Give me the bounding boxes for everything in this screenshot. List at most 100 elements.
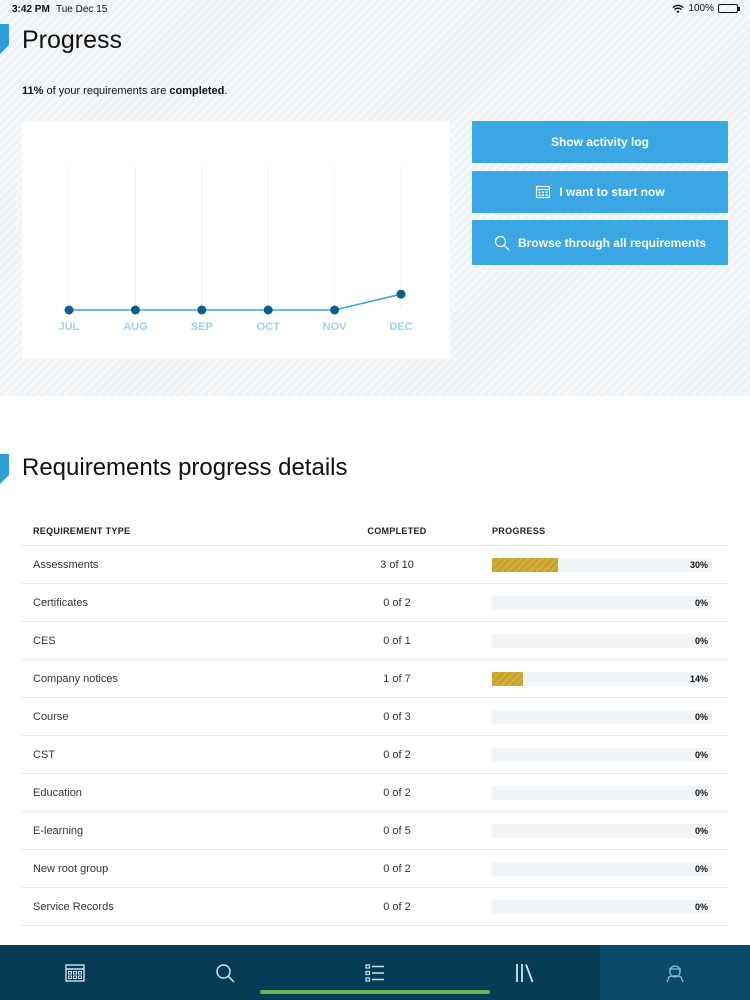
- progress-percent-label: 0%: [694, 749, 708, 760]
- profile-icon: [666, 964, 684, 982]
- battery-percent: 100%: [688, 3, 714, 14]
- requirement-type-cell: Assessments: [33, 558, 99, 571]
- completed-cell: 0 of 5: [383, 824, 411, 837]
- progress-bar-fill: [492, 671, 523, 686]
- battery-icon: [718, 4, 740, 13]
- data-point[interactable]: [263, 305, 273, 315]
- show-activity-log-label: Show activity log: [550, 135, 649, 149]
- status-bar: 3:42 PM Tue Dec 15 100%: [0, 0, 750, 18]
- completed-cell: 3 of 10: [380, 558, 414, 571]
- tab-calendar[interactable]: [0, 945, 150, 1000]
- completed-cell: 0 of 1: [383, 634, 411, 647]
- requirement-type-cell: Certificates: [33, 596, 89, 609]
- progress-bar: 0%: [492, 861, 712, 876]
- search-icon: [494, 235, 510, 250]
- completed-cell: 0 of 2: [383, 862, 411, 875]
- completed-cell: 0 of 2: [383, 900, 411, 913]
- summary-percent: 11%: [22, 85, 44, 97]
- status-date: Tue Dec 15: [56, 4, 108, 15]
- progress-percent-label: 0%: [694, 863, 708, 874]
- data-point[interactable]: [197, 305, 207, 315]
- requirement-type-cell: New root group: [33, 862, 109, 875]
- table-row: Service Records 0 of 2 0%: [22, 888, 728, 926]
- progress-chart-card: JUL AUG SEP OCT NOV DEC: [22, 121, 450, 359]
- progress-bar: 0%: [492, 747, 712, 762]
- requirement-type-cell: Service Records: [33, 900, 114, 913]
- x-tick-label: SEP: [191, 321, 213, 333]
- details-section-title: Requirements progress details: [22, 454, 348, 481]
- table-row: Certificates 0 of 2 0%: [22, 584, 728, 622]
- library-icon: [516, 963, 534, 982]
- show-activity-log-button[interactable]: Show activity log: [472, 121, 728, 163]
- search-icon: [216, 963, 235, 983]
- progress-bar: 0%: [492, 595, 712, 610]
- tab-profile[interactable]: [600, 945, 750, 1000]
- table-row: CES 0 of 1 0%: [22, 622, 728, 660]
- table-row: New root group 0 of 2 0%: [22, 850, 728, 888]
- progress-cell: 0%: [492, 633, 728, 648]
- progress-bar: 0%: [492, 709, 712, 724]
- data-point[interactable]: [64, 305, 74, 315]
- progress-bar: 30%: [492, 557, 712, 572]
- x-tick-label: AUG: [123, 321, 147, 333]
- completed-cell: 0 of 3: [383, 710, 411, 723]
- calendar-icon: [65, 963, 85, 982]
- progress-percent-label: 0%: [694, 711, 708, 722]
- progress-bar-fill: [492, 557, 558, 572]
- page-title: Progress: [22, 26, 123, 54]
- requirement-type-cell: Education: [33, 786, 82, 799]
- summary-end: .: [224, 85, 228, 97]
- requirement-type-cell: Company notices: [33, 672, 118, 685]
- progress-cell: 0%: [492, 747, 728, 762]
- browse-requirements-button[interactable]: Browse through all requirements: [472, 220, 728, 265]
- table-row: Assessments 3 of 10 30%: [22, 546, 728, 584]
- progress-cell: 0%: [492, 709, 728, 724]
- header-completed: COMPLETED: [367, 525, 427, 536]
- series-line: [69, 293, 402, 311]
- table-row: Education 0 of 2 0%: [22, 774, 728, 812]
- progress-cell: 0%: [492, 899, 728, 914]
- requirement-type-cell: CST: [33, 748, 55, 761]
- progress-cell: 0%: [492, 595, 728, 610]
- progress-bar: 0%: [492, 785, 712, 800]
- completed-cell: 0 of 2: [383, 748, 411, 761]
- progress-bar: 0%: [492, 633, 712, 648]
- completed-cell: 1 of 7: [383, 672, 411, 685]
- progress-percent-label: 0%: [694, 901, 708, 912]
- table-row: Company notices 1 of 7 14%: [22, 660, 728, 698]
- progress-cell: 0%: [492, 823, 728, 838]
- table-header: REQUIREMENT TYPE COMPLETED PROGRESS: [22, 516, 728, 546]
- requirements-table: REQUIREMENT TYPE COMPLETED PROGRESS Asse…: [22, 516, 728, 926]
- x-tick-label: NOV: [323, 321, 348, 333]
- wifi-icon: [672, 4, 685, 13]
- progress-percent-label: 30%: [689, 559, 708, 570]
- requirement-type-cell: E-learning: [33, 824, 84, 837]
- x-tick-label: OCT: [257, 321, 281, 333]
- progress-bar: 0%: [492, 823, 712, 838]
- requirement-type-cell: Course: [33, 710, 69, 723]
- data-point[interactable]: [330, 305, 340, 315]
- progress-cell: 0%: [492, 861, 728, 876]
- progress-bar: 0%: [492, 899, 712, 914]
- progress-line-chart: JUL AUG SEP OCT NOV DEC: [59, 167, 413, 333]
- data-point[interactable]: [396, 289, 406, 299]
- completion-summary: 11% of your requirements are completed.: [22, 85, 227, 97]
- progress-bar: 14%: [492, 671, 712, 686]
- start-now-label: I want to start now: [559, 185, 665, 199]
- table-body: Assessments 3 of 10 30% Certificates 0 of 2 0…: [22, 546, 728, 926]
- status-indicators: 100%: [672, 3, 740, 14]
- calendar-icon: [536, 185, 551, 199]
- progress-percent-label: 0%: [694, 635, 708, 646]
- status-time: 3:42 PM: [12, 4, 50, 15]
- table-row: CST 0 of 2 0%: [22, 736, 728, 774]
- progress-cell: 0%: [492, 785, 728, 800]
- progress-percent-label: 0%: [694, 787, 708, 798]
- x-tick-label: JUL: [59, 321, 80, 333]
- data-point[interactable]: [130, 305, 140, 315]
- progress-percent-label: 0%: [694, 825, 708, 836]
- home-indicator: [260, 990, 490, 994]
- header-requirement-type: REQUIREMENT TYPE: [33, 525, 131, 536]
- progress-cell: 30%: [492, 557, 728, 572]
- header-progress: PROGRESS: [492, 525, 546, 536]
- start-now-button[interactable]: I want to start now: [472, 171, 728, 213]
